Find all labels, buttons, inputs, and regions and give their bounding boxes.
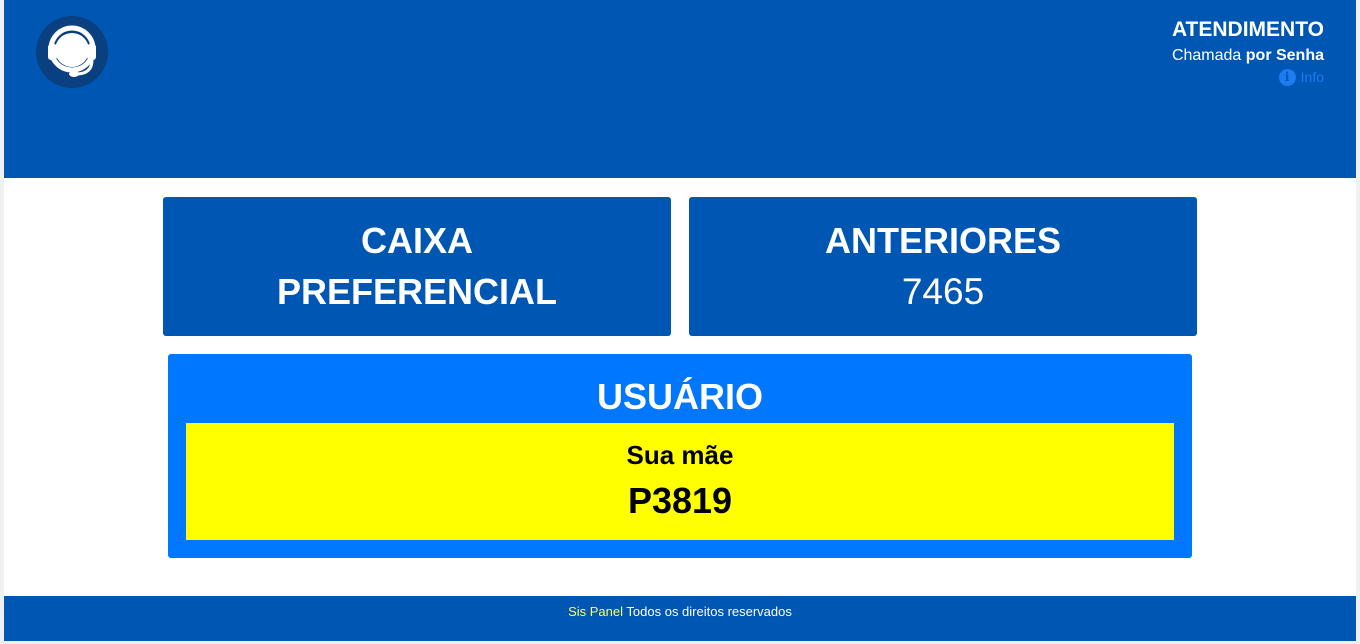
footer-brand: Sis Panel xyxy=(568,604,624,619)
caixa-line-2: PREFERENCIAL xyxy=(276,271,558,312)
page-title: ATENDIMENTO xyxy=(1171,18,1324,41)
subtitle-bold: por Senha xyxy=(1245,47,1324,64)
footer-text: Todos os direitos reservados xyxy=(626,604,792,619)
caixa-line-1: CAIXA xyxy=(360,220,473,261)
subtitle-prefix: Chamada xyxy=(1171,47,1242,64)
user-highlight: Sua mãe P3819 xyxy=(186,423,1174,540)
page-subtitle: Chamada por Senha xyxy=(1172,46,1324,66)
anteriores-title: ANTERIORES xyxy=(824,220,1062,261)
headset-icon xyxy=(36,16,108,88)
anteriores-value: 7465 xyxy=(901,271,985,312)
header-right: ATENDIMENTO Chamada por Senha i Info xyxy=(1172,18,1324,86)
page-frame: ATENDIMENTO Chamada por Senha i Info CAI… xyxy=(4,0,1356,641)
info-label: Info xyxy=(1300,69,1324,85)
footer: Sis Panel Todos os direitos reservados xyxy=(4,596,1356,641)
info-icon: i xyxy=(1278,68,1296,86)
ticket-code: P3819 xyxy=(627,480,733,521)
header: ATENDIMENTO Chamada por Senha i Info xyxy=(4,0,1356,178)
user-panel: USUÁRIO Sua mãe P3819 xyxy=(168,354,1192,558)
anteriores-card: ANTERIORES 7465 xyxy=(689,197,1197,336)
user-name: Sua mãe xyxy=(626,440,734,470)
user-title: USUÁRIO xyxy=(596,376,763,417)
info-link[interactable]: i Info xyxy=(1278,68,1324,86)
caixa-card: CAIXA PREFERENCIAL xyxy=(163,197,671,336)
